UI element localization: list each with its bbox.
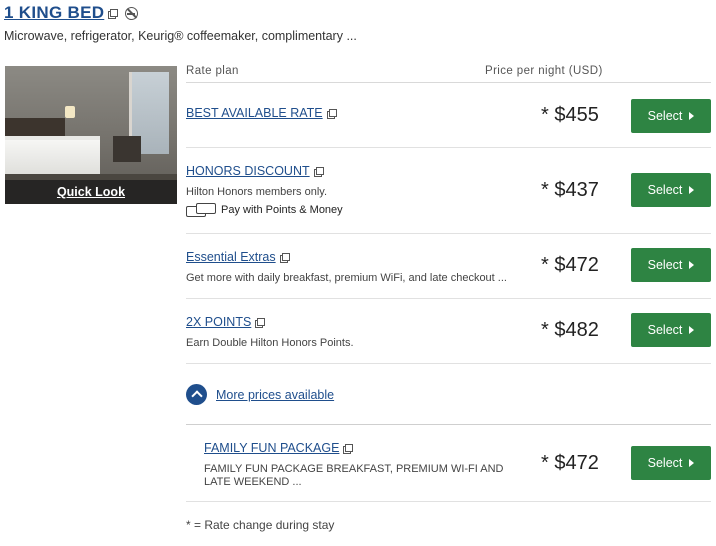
room-photo[interactable]: Quick Look <box>5 66 177 204</box>
select-button[interactable]: Select <box>631 99 711 133</box>
room-title-link[interactable]: 1 KING BED <box>4 3 104 23</box>
triangle-right-icon <box>689 112 695 120</box>
select-label: Select <box>647 109 683 123</box>
price-header: Price per night (USD) <box>485 65 603 77</box>
triangle-right-icon <box>689 326 695 334</box>
rate-name[interactable]: Essential Extras <box>186 250 290 264</box>
select-label: Select <box>647 258 683 272</box>
rate-price: * $472 <box>541 254 599 276</box>
external-link-icon[interactable] <box>108 8 119 19</box>
select-button[interactable]: Select <box>631 313 711 347</box>
rate-name-link[interactable]: BEST AVAILABLE RATE <box>186 106 323 120</box>
room-amenities: Microwave, refrigerator, Keurig® coffeem… <box>4 29 357 43</box>
rate-plan-header: Rate plan <box>186 65 239 77</box>
rate-name-link[interactable]: 2X POINTS <box>186 315 251 329</box>
triangle-right-icon <box>689 186 695 194</box>
rate-price: * $482 <box>541 319 599 341</box>
rate-row: Essential Extras Get more with daily bre… <box>186 234 711 299</box>
select-label: Select <box>647 456 683 470</box>
rate-row: 2X POINTS Earn Double Hilton Honors Poin… <box>186 299 711 364</box>
rate-name[interactable]: FAMILY FUN PACKAGE <box>204 441 354 455</box>
rate-price: * $437 <box>541 179 599 201</box>
quick-look-overlay[interactable]: Quick Look <box>5 180 177 204</box>
rates-header: Rate plan Price per night (USD) <box>186 63 711 83</box>
rate-row: BEST AVAILABLE RATE * $455 Select <box>186 83 711 148</box>
rate-row: HONORS DISCOUNT Hilton Honors members on… <box>186 148 711 234</box>
external-link-icon[interactable] <box>279 252 290 263</box>
rate-price: * $455 <box>541 104 599 126</box>
select-button[interactable]: Select <box>631 248 711 282</box>
external-link-icon[interactable] <box>343 443 354 454</box>
rate-name-link[interactable]: Essential Extras <box>186 250 276 264</box>
rate-name[interactable]: 2X POINTS <box>186 315 266 329</box>
external-link-icon[interactable] <box>255 317 266 328</box>
family-package-row: FAMILY FUN PACKAGE FAMILY FUN PACKAGE BR… <box>186 424 711 502</box>
select-button[interactable]: Select <box>631 173 711 207</box>
no-smoking-icon <box>125 6 139 20</box>
external-link-icon[interactable] <box>313 166 324 177</box>
photo-lamp <box>65 106 75 118</box>
rate-description: Get more with daily breakfast, premium W… <box>186 272 507 284</box>
select-button[interactable]: Select <box>631 446 711 480</box>
points-money-label: Pay with Points & Money <box>221 204 343 216</box>
rate-name[interactable]: HONORS DISCOUNT <box>186 164 324 178</box>
chevron-up-icon[interactable] <box>186 384 207 405</box>
rate-name-link[interactable]: HONORS DISCOUNT <box>186 164 310 178</box>
select-label: Select <box>647 323 683 337</box>
more-prices-link[interactable]: More prices available <box>216 388 334 402</box>
rate-name[interactable]: BEST AVAILABLE RATE <box>186 106 337 120</box>
more-prices-toggle[interactable]: More prices available <box>186 384 334 405</box>
rate-description-line2: LATE WEEKEND ... <box>204 476 302 488</box>
rate-description-line1: FAMILY FUN PACKAGE BREAKFAST, PREMIUM WI… <box>204 463 504 475</box>
quick-look-link[interactable]: Quick Look <box>57 185 125 199</box>
select-label: Select <box>647 183 683 197</box>
points-money-icon <box>186 203 216 217</box>
rate-description: Hilton Honors members only. <box>186 186 328 198</box>
rate-footnote: * = Rate change during stay <box>186 518 335 532</box>
rate-name-link[interactable]: FAMILY FUN PACKAGE <box>204 441 339 455</box>
rate-description: Earn Double Hilton Honors Points. <box>186 337 354 349</box>
external-link-icon[interactable] <box>326 108 337 119</box>
triangle-right-icon <box>689 261 695 269</box>
room-title: 1 KING BED <box>4 3 139 23</box>
triangle-right-icon <box>689 459 695 467</box>
rate-price: * $472 <box>541 452 599 474</box>
points-money-option: Pay with Points & Money <box>186 203 343 217</box>
photo-desk <box>113 136 141 162</box>
